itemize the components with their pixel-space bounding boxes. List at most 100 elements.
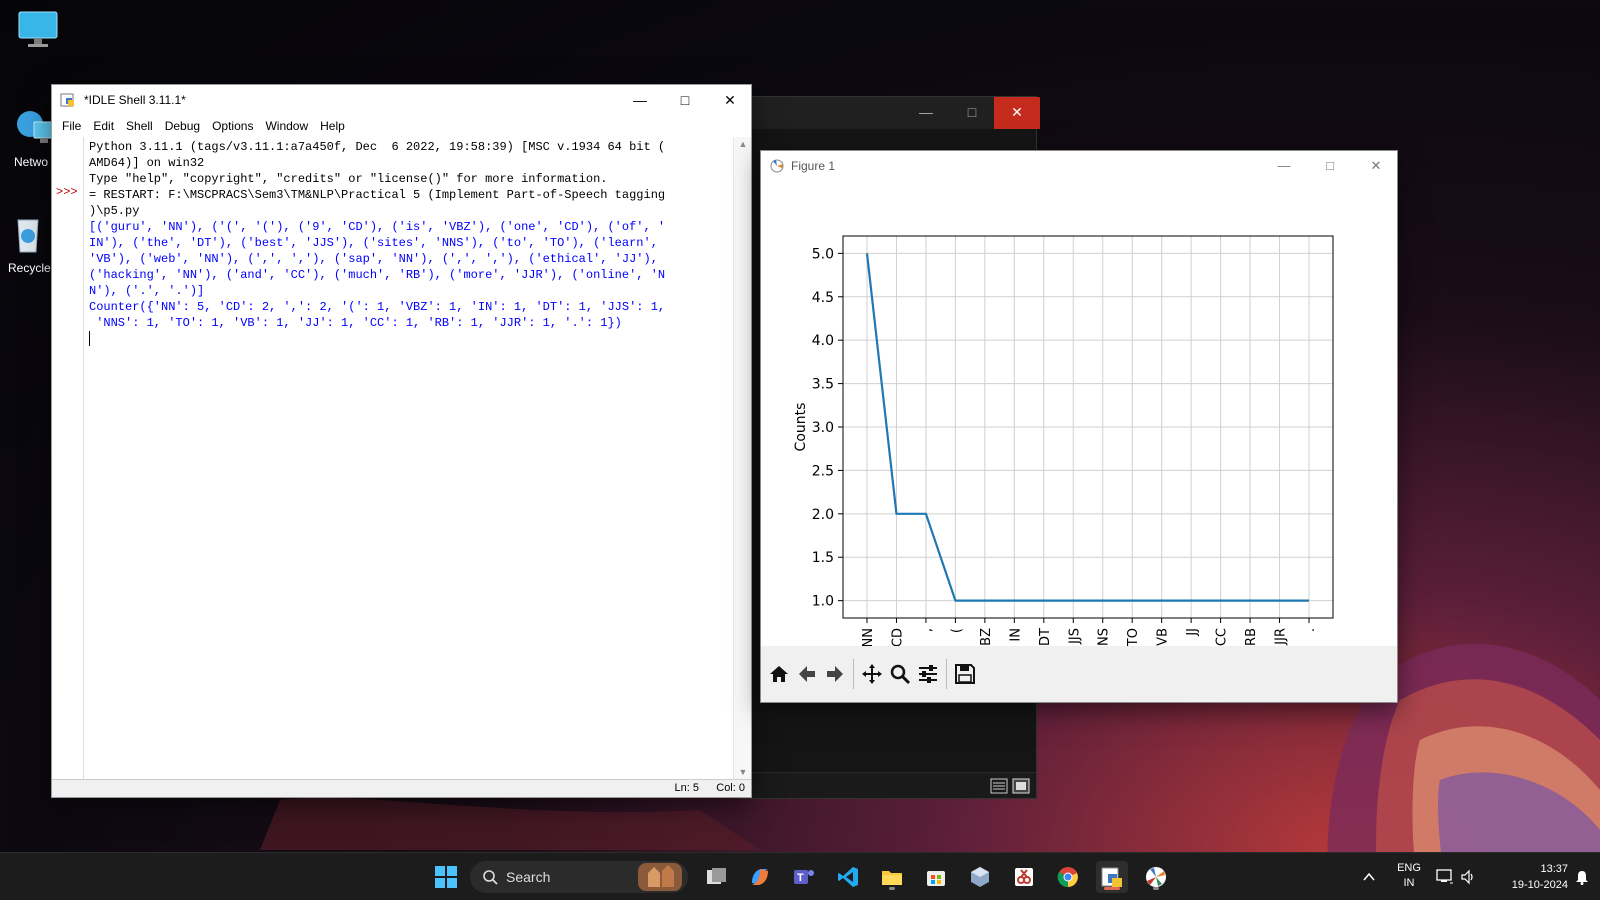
figure-window[interactable]: Figure 1 — □ ✕ 1.0 1.5 2.0 2.5 3.0 3.5 4.0 4.5 5… [760,150,1398,703]
x-tick-label: CC [1215,628,1230,646]
menu-window[interactable]: Window [259,119,314,133]
home-icon [770,666,788,682]
matplotlib-icon [770,159,784,172]
zoom-button[interactable] [886,659,914,689]
store-button[interactable] [920,861,952,893]
maximize-icon[interactable]: □ [949,97,995,129]
close-icon[interactable]: ✕ [1353,151,1399,180]
app-button[interactable] [964,861,996,893]
teams-button[interactable]: T [788,861,820,893]
search-label: Search [506,869,551,885]
view-grid-icon[interactable] [1012,778,1030,794]
figure-toolbar [761,646,1397,702]
clock-date: 19-10-2024 [1511,879,1568,891]
start-button[interactable] [430,861,462,893]
menu-help[interactable]: Help [314,119,351,133]
y-tick-label: 1.0 [812,594,834,610]
close-icon[interactable]: ✕ [994,97,1040,129]
vertical-scrollbar[interactable]: ▲ ▼ [733,137,751,779]
desktop-icon-computer[interactable] [6,10,70,57]
y-tick-label: 2.5 [812,463,834,479]
volume-icon [1461,869,1473,885]
language-region: IN [1403,877,1415,889]
shell-text-area[interactable]: Python 3.11.1 (tags/v3.11.1:a7a450f, Dec… [89,137,733,779]
home-button[interactable] [765,659,793,689]
teams-icon: T [794,870,814,884]
shell-line: AMD64)] on win32 [89,156,205,170]
file-explorer-button[interactable] [876,861,908,893]
view-list-icon[interactable] [990,778,1008,794]
y-tick-label: 3.0 [812,420,834,436]
bell-icon [1576,871,1588,885]
maximize-icon[interactable]: □ [662,85,708,115]
forward-button[interactable] [821,659,849,689]
minimize-icon[interactable]: — [617,85,663,115]
copilot-icon [752,869,768,885]
menu-file[interactable]: File [56,119,87,133]
chrome-icon [1057,867,1078,888]
idle-taskbar-button[interactable] [1096,861,1128,893]
snipping-button[interactable] [1008,861,1040,893]
y-tick-label: 2.0 [812,507,834,523]
store-icon [927,871,945,886]
output-line: [('guru', 'NN'), ('(', '('), ('9', 'CD')… [89,220,666,234]
x-tick-label: DT [1038,628,1053,646]
x-tick-label: NN [861,628,876,647]
forward-arrow-icon [827,666,843,682]
output-line: 'VB'), ('web', 'NN'), (',', ','), ('sap'… [89,252,658,266]
save-button[interactable] [951,659,979,689]
taskbar-search[interactable]: Search [470,861,688,893]
configure-subplots-button[interactable] [914,659,942,689]
y-tick-label: 4.0 [812,333,834,349]
network-volume-area[interactable] [1436,853,1478,900]
maximize-icon[interactable]: □ [1307,151,1353,180]
shell-prompt: >>> [56,185,78,199]
y-tick-label: 1.5 [812,550,834,566]
output-line: ('hacking', 'NN'), ('and', 'CC'), ('much… [89,268,666,282]
svg-text:T: T [797,872,804,884]
notifications-button[interactable] [1574,853,1590,900]
scroll-up-icon[interactable]: ▲ [734,139,752,149]
chrome-button[interactable] [1052,861,1084,893]
shell-sidebar: >>> [52,137,84,779]
copilot-button[interactable] [744,861,776,893]
x-tick-label: CD [890,628,905,647]
status-line: Ln: 5 [674,782,699,794]
x-tick-label: JJS [1067,628,1082,645]
menu-shell[interactable]: Shell [120,119,159,133]
shell-line: Python 3.11.1 (tags/v3.11.1:a7a450f, Dec… [89,140,666,154]
app-icon [971,867,989,887]
idle-titlebar: *IDLE Shell 3.11.1* — □ ✕ [52,85,751,115]
idle-shell-window[interactable]: *IDLE Shell 3.11.1* — □ ✕ File Edit Shel… [51,84,752,798]
menu-debug[interactable]: Debug [159,119,206,133]
close-icon[interactable]: ✕ [707,85,753,115]
tray-overflow[interactable] [1362,853,1376,900]
language-indicator[interactable]: ENG IN [1394,861,1424,891]
toolbar-separator [853,659,854,689]
search-icon [483,870,498,885]
back-button[interactable] [793,659,821,689]
output-line: Counter({'NN': 5, 'CD': 2, ',': 2, '(': … [89,300,666,314]
menu-options[interactable]: Options [206,119,259,133]
x-tick-label: JJ [1185,628,1200,637]
x-tick-label: TO [1126,628,1141,647]
idle-editor[interactable]: >>> Python 3.11.1 (tags/v3.11.1:a7a450f,… [52,137,751,779]
minimize-icon[interactable]: — [903,97,949,129]
vscode-button[interactable] [832,861,864,893]
menu-edit[interactable]: Edit [87,119,120,133]
plot-area[interactable]: 1.0 1.5 2.0 2.5 3.0 3.5 4.0 4.5 5.0 NN CD, (VBZ IN DT… [761,180,1397,648]
minimize-icon[interactable]: — [1261,151,1307,180]
scroll-down-icon[interactable]: ▼ [734,767,752,777]
computer-icon [18,11,58,47]
python-button[interactable] [1140,861,1172,893]
idle-window-title: *IDLE Shell 3.11.1* [84,93,186,107]
clock[interactable]: 13:37 19-10-2024 [1488,861,1568,893]
file-explorer-icon [882,871,902,885]
shell-line: = RESTART: F:\MSCPRACS\Sem3\TM&NLP\Pract… [89,188,666,202]
x-tick-label: RB [1244,628,1259,646]
task-view-button[interactable] [700,861,732,893]
pan-icon [862,664,882,684]
pan-button[interactable] [858,659,886,689]
vscode-icon [838,867,858,887]
shell-line: )\p5.py [89,204,140,218]
